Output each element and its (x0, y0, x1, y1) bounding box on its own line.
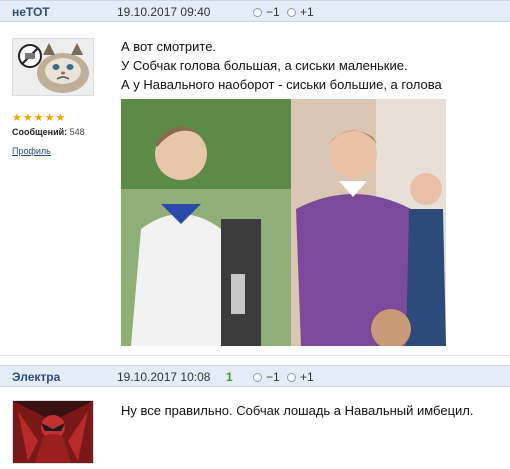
vote-down-label: −1 (266, 5, 280, 19)
post-date: 19.10.2017 09:40 (117, 5, 211, 19)
vote-down-radio[interactable] (253, 372, 262, 382)
superhero-image (13, 401, 93, 463)
post-line: У Собчак голова большая, а сиськи малень… (121, 58, 408, 73)
avatar-superhero[interactable] (12, 400, 94, 464)
messages-value: 548 (69, 127, 85, 137)
post-photo[interactable] (121, 99, 446, 346)
post-line: А вот смотрите. (121, 39, 217, 54)
star-icon: ★ (55, 112, 66, 124)
photo-collage (121, 99, 446, 346)
messages-count: Сообщений: 548 (12, 127, 85, 137)
vote-up-radio[interactable] (287, 7, 296, 17)
post-header-2: Электра 19.10.2017 10:08 1 −1 +1 (0, 365, 510, 387)
vote-down-control[interactable]: −1 (253, 5, 280, 19)
rating-stars: ★ ★ ★ ★ ★ (12, 113, 65, 124)
post-divider (0, 355, 510, 356)
star-icon: ★ (33, 112, 44, 124)
vote-up-radio[interactable] (287, 372, 296, 382)
post-text-2: Ну все правильно. Собчак лошадь а Наваль… (121, 401, 473, 420)
post-author[interactable]: неТОТ (12, 5, 50, 19)
vote-down-label: −1 (266, 370, 280, 384)
post-date: 19.10.2017 10:08 (117, 370, 211, 384)
grumpy-cat-image (13, 39, 93, 95)
avatar-grumpy-cat[interactable] (12, 38, 94, 96)
vote-down-radio[interactable] (253, 7, 262, 17)
post-line: Ну все правильно. Собчак лошадь а Наваль… (121, 403, 474, 418)
vote-up-control[interactable]: +1 (287, 370, 314, 384)
profile-link[interactable]: Профиль (12, 146, 51, 156)
star-icon: ★ (12, 112, 22, 124)
star-icon: ★ (44, 112, 55, 124)
vote-up-label: +1 (300, 370, 314, 384)
messages-label: Сообщений: (12, 127, 68, 137)
star-icon: ★ (22, 112, 33, 124)
vote-up-control[interactable]: +1 (287, 5, 314, 19)
vote-down-control[interactable]: −1 (253, 370, 280, 384)
no-entry-icon (18, 44, 42, 68)
post-header-1: неТОТ 19.10.2017 09:40 −1 +1 (0, 0, 510, 22)
post-author[interactable]: Электра (12, 370, 60, 384)
vote-up-label: +1 (300, 5, 314, 19)
post-score: 1 (226, 370, 233, 384)
